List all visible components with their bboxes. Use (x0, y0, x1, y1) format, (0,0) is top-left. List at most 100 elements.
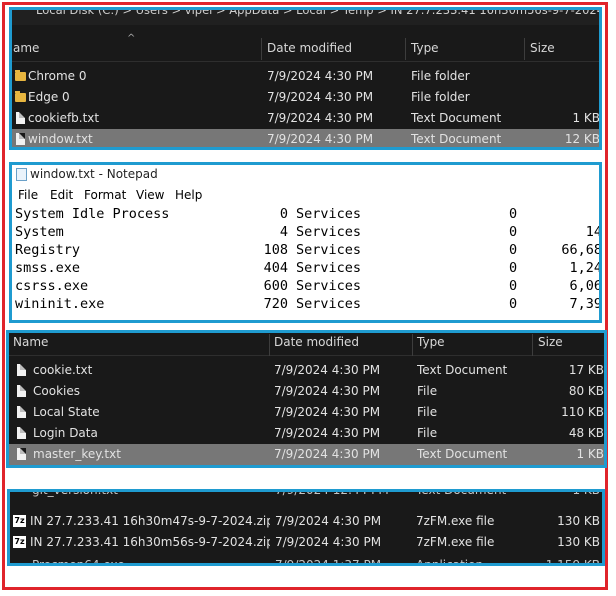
file-name: cookiefb.txt (28, 111, 100, 125)
document-icon (17, 385, 26, 397)
file-name: Procmon64.exe (32, 558, 125, 566)
menu-help[interactable]: Help (175, 185, 202, 205)
document-icon (17, 364, 26, 376)
column-separator[interactable] (269, 334, 270, 356)
document-icon (17, 427, 26, 439)
file-row[interactable]: Local State 7/9/2024 4:30 PM File 110 KB (9, 402, 604, 423)
column-header-type[interactable]: Type (417, 333, 445, 357)
column-header-type[interactable]: Type (411, 35, 439, 61)
file-type: File folder (411, 90, 470, 104)
file-name: Chrome 0 (28, 69, 87, 83)
file-name: window.txt (28, 132, 93, 146)
text-line: smss.exe 404 Services 0 1,24 (15, 260, 602, 276)
file-type: Text Document (411, 132, 502, 146)
file-size (530, 87, 599, 108)
column-separator[interactable] (405, 38, 406, 60)
column-header-size[interactable]: Size (530, 35, 555, 61)
file-date: 7/9/2024 4:30 PM (275, 514, 382, 528)
column-header-name[interactable]: ame (13, 35, 39, 61)
notepad-window: window.txt - Notepad File Edit Format Vi… (9, 162, 602, 323)
text-line: System Idle Process 0 Services 0 (15, 206, 518, 222)
file-date: 7/9/2024 4:30 PM (274, 447, 381, 461)
sort-ascending-icon: ^ (127, 33, 136, 44)
file-size: 17 KB (568, 363, 604, 377)
file-type: 7zFM.exe file (416, 535, 495, 549)
file-type: Application (416, 558, 484, 566)
file-type: File (417, 384, 438, 398)
file-date: 7/9/2024 4:30 PM (274, 384, 381, 398)
folder-icon (15, 70, 26, 81)
file-name: master_key.txt (33, 447, 121, 461)
file-row-partial[interactable]: Procmon64.exe 7/9/2024 1:37 PM Applicati… (10, 555, 602, 566)
text-line: wininit.exe 720 Services 0 7,39 (15, 296, 602, 312)
7zip-archive-icon: 7z (13, 515, 26, 527)
file-row[interactable]: 7z IN 27.7.233.41 16h30m47s-9-7-2024.zip… (10, 511, 602, 532)
file-size: 1,159 KB (545, 558, 600, 566)
document-icon (17, 448, 26, 460)
file-row[interactable]: cookiefb.txt 7/9/2024 4:30 PM Text Docum… (12, 108, 599, 129)
file-size (530, 66, 599, 87)
column-header-row: Name Date modified Type Size (9, 333, 604, 357)
file-row[interactable]: Login Data 7/9/2024 4:30 PM File 48 KB (9, 423, 604, 444)
menu-file[interactable]: File (18, 185, 38, 205)
bottom-explorer-panel: git_version.txt 7/9/2024 12:44 PM Text D… (7, 489, 605, 566)
file-type: File (417, 426, 438, 440)
menu-edit[interactable]: Edit (50, 185, 73, 205)
column-separator[interactable] (524, 38, 525, 60)
file-type: File folder (411, 69, 470, 83)
file-size: 130 KB (557, 535, 600, 549)
file-size: 12 KB (564, 132, 600, 146)
middle-explorer-panel: Name Date modified Type Size cookie.txt … (6, 330, 607, 468)
file-size: 80 KB (568, 384, 604, 398)
file-row-selected[interactable]: window.txt 7/9/2024 4:30 PM Text Documen… (12, 129, 600, 147)
file-date: 7/9/2024 4:30 PM (274, 405, 381, 419)
column-header-date-modified[interactable]: Date modified (267, 35, 352, 61)
file-row[interactable]: 7z IN 27.7.233.41 16h30m56s-9-7-2024.zip… (10, 532, 602, 553)
folder-icon (15, 91, 26, 102)
file-date: 7/9/2024 12:44 PM (275, 489, 389, 497)
file-row-partial[interactable]: git_version.txt 7/9/2024 12:44 PM Text D… (10, 489, 602, 501)
file-type: 7zFM.exe file (416, 514, 495, 528)
file-row[interactable]: cookie.txt 7/9/2024 4:30 PM Text Documen… (9, 360, 604, 381)
text-editor[interactable]: System Idle Process 0 Services 0 System … (12, 205, 599, 320)
file-name: IN 27.7.233.41 16h30m56s-9-7-2024.zip (30, 535, 270, 549)
file-name: Edge 0 (28, 90, 70, 104)
file-name: Local State (33, 405, 100, 419)
file-size: 130 KB (557, 514, 600, 528)
menu-bar: File Edit Format View Help (12, 185, 599, 205)
menu-format[interactable]: Format (84, 185, 126, 205)
file-type: Text Document (417, 363, 508, 377)
file-name: Login Data (33, 426, 98, 440)
file-type: Text Document (411, 111, 502, 125)
file-date: 7/9/2024 4:30 PM (274, 426, 381, 440)
file-type: File (417, 405, 438, 419)
menu-view[interactable]: View (136, 185, 164, 205)
column-header-size[interactable]: Size (538, 333, 563, 357)
top-explorer-panel: Local Disk (C:) > Users > vipel > AppDat… (9, 7, 602, 150)
column-header-row: ame ^ Date modified Type Size (12, 33, 599, 62)
file-row[interactable]: Edge 0 7/9/2024 4:30 PM File folder (12, 87, 599, 108)
file-row-selected[interactable]: master_key.txt 7/9/2024 4:30 PM Text Doc… (9, 444, 604, 465)
file-date: 7/9/2024 4:30 PM (267, 69, 374, 83)
column-separator[interactable] (261, 38, 262, 60)
file-name: git_version.txt (32, 489, 118, 497)
file-name: Cookies (33, 384, 80, 398)
column-header-name[interactable]: Name (13, 333, 48, 357)
file-type: Text Document (417, 447, 508, 461)
file-date: 7/9/2024 4:30 PM (267, 90, 374, 104)
document-icon (17, 406, 26, 418)
document-icon (16, 133, 25, 145)
file-name: IN 27.7.233.41 16h30m47s-9-7-2024.zip (30, 514, 270, 528)
column-separator[interactable] (532, 334, 533, 356)
column-separator[interactable] (412, 334, 413, 356)
file-date: 7/9/2024 4:30 PM (267, 132, 374, 146)
column-header-date-modified[interactable]: Date modified (274, 333, 359, 357)
file-size: 48 KB (568, 426, 604, 440)
file-row[interactable]: Chrome 0 7/9/2024 4:30 PM File folder (12, 66, 599, 87)
file-date: 7/9/2024 4:30 PM (275, 535, 382, 549)
file-size: 110 KB (561, 405, 604, 419)
7zip-archive-icon: 7z (13, 536, 26, 548)
breadcrumb[interactable]: Local Disk (C:) > Users > vipel > AppDat… (12, 10, 599, 25)
file-row[interactable]: Cookies 7/9/2024 4:30 PM File 80 KB (9, 381, 604, 402)
text-line: csrss.exe 600 Services 0 6,06 (15, 278, 602, 294)
